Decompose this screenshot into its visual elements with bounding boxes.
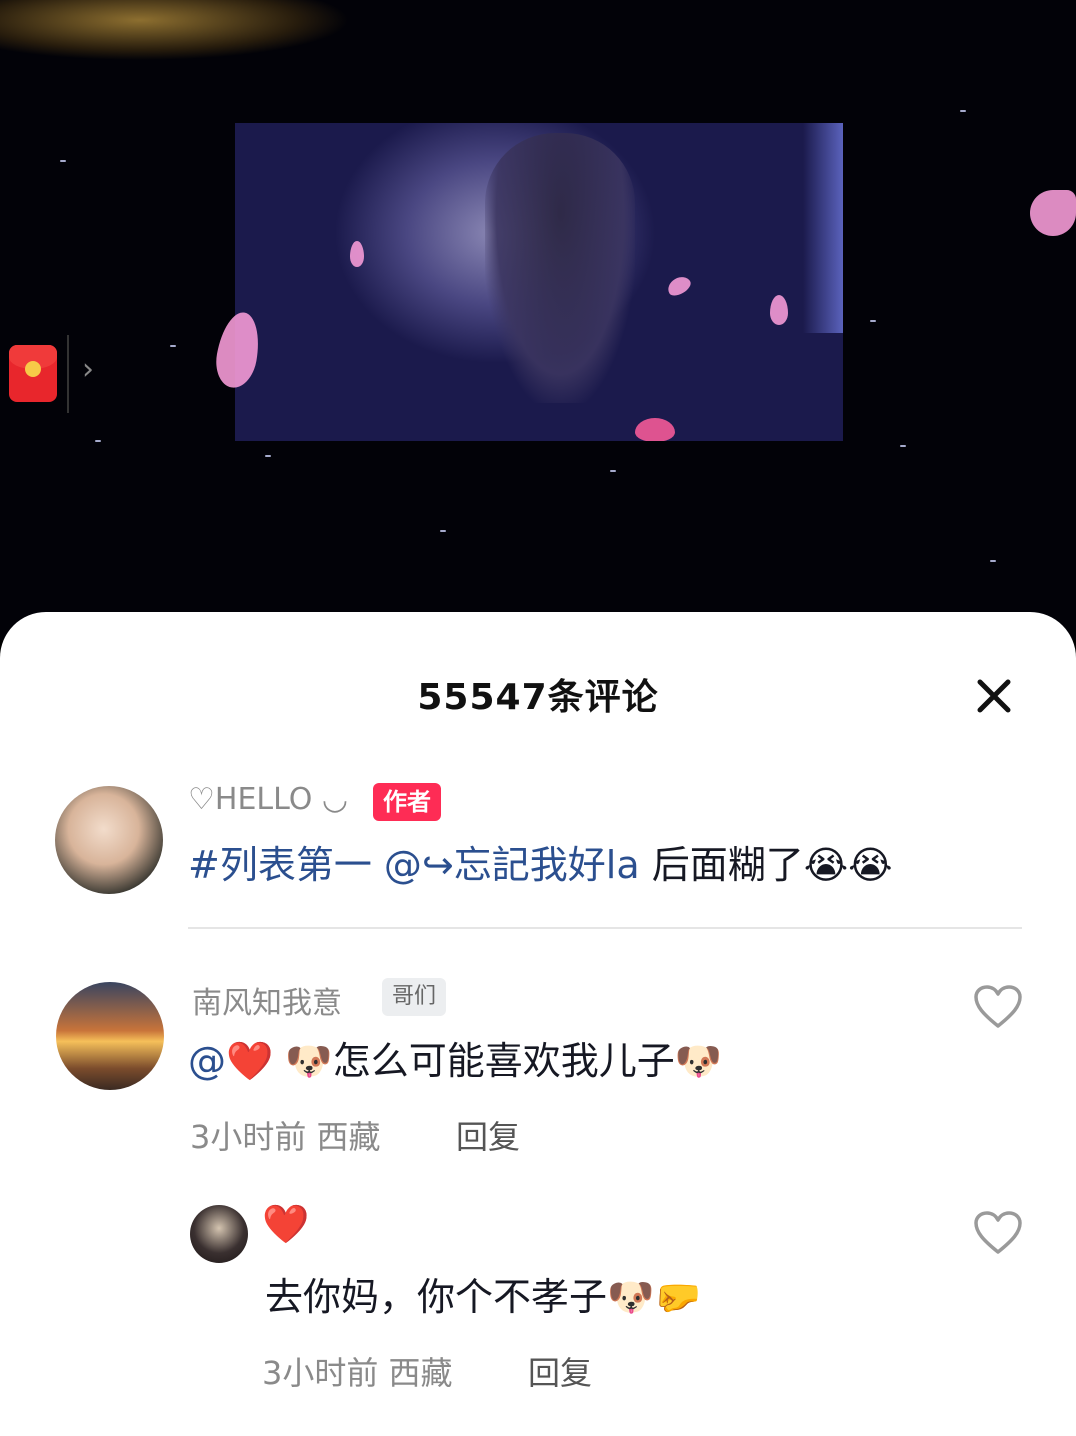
star: [870, 320, 876, 322]
avatar[interactable]: [56, 982, 164, 1090]
star: [960, 110, 966, 112]
star: [265, 455, 271, 457]
star: [440, 530, 446, 532]
reply-location: 西藏: [388, 1354, 453, 1392]
red-packet-coin: [25, 361, 41, 377]
star: [60, 160, 66, 162]
avatar[interactable]: [55, 786, 163, 894]
avatar[interactable]: [190, 1205, 248, 1263]
red-packet-icon[interactable]: [9, 345, 57, 402]
star: [95, 440, 101, 442]
relation-badge: 哥们: [382, 978, 447, 1016]
petal: [664, 273, 694, 299]
comment-text-body: 后面糊了: [639, 843, 804, 887]
reply-username-heart[interactable]: ❤️: [262, 1202, 309, 1247]
comment-panel: 55547条评论 ♡HELLO ◡ 作者 #列表第一 @↪忘記我好la 后面糊了…: [0, 612, 1076, 1436]
crying-emoji: 😭😭: [803, 843, 893, 887]
petal: [350, 241, 364, 267]
divider: [188, 927, 1022, 929]
comment-username[interactable]: 南风知我意: [192, 978, 342, 1022]
video-screen: [235, 123, 843, 441]
star: [610, 470, 616, 472]
mention-link[interactable]: @: [188, 1039, 226, 1083]
heart-emoji: ❤️: [226, 1039, 274, 1083]
video-glow: [803, 123, 843, 333]
heart-outline-icon[interactable]: [973, 984, 1023, 1030]
comment-time: 3小时前: [190, 1118, 307, 1156]
petal: [770, 295, 788, 325]
comment-text-body: 🐶怎么可能喜欢我儿子🐶: [273, 1039, 723, 1083]
comment-count-title: 55547条评论: [417, 677, 659, 718]
comment-location: 西藏: [316, 1118, 381, 1156]
star: [170, 345, 176, 347]
comment-meta: 3小时前 西藏: [190, 1112, 381, 1158]
comment-text: @❤️ 🐶怎么可能喜欢我儿子🐶: [188, 1030, 722, 1085]
reply-meta: 3小时前 西藏: [262, 1348, 453, 1394]
reply-text: 去你妈，你个不孝子🐶🤛: [265, 1275, 702, 1319]
city-lights: [0, 0, 520, 110]
star: [900, 445, 906, 447]
red-packet-divider: [67, 335, 69, 413]
reply-time: 3小时前: [262, 1354, 379, 1392]
comment-text: #列表第一 @↪忘記我好la 后面糊了😭😭: [188, 834, 893, 889]
heart-outline-icon[interactable]: [973, 1210, 1023, 1256]
reply-button[interactable]: 回复: [456, 1112, 520, 1158]
video-player[interactable]: ›: [0, 0, 1076, 640]
reply-button[interactable]: 回复: [528, 1348, 592, 1394]
petal: [635, 418, 675, 441]
hashtag-mention-link[interactable]: #列表第一 @↪忘記我好la: [188, 843, 640, 887]
author-badge: 作者: [373, 783, 441, 821]
video-figure: [485, 133, 635, 403]
comment-username[interactable]: ♡HELLO ◡: [188, 782, 348, 817]
star: [990, 560, 996, 562]
close-icon[interactable]: [970, 672, 1018, 720]
petal: [1030, 190, 1076, 236]
chevron-right-icon[interactable]: ›: [82, 352, 94, 387]
